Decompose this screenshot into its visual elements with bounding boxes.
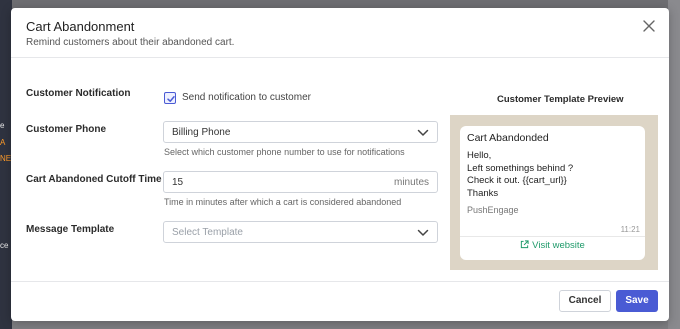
background-text: ce — [0, 241, 9, 250]
customer-phone-value: Billing Phone — [172, 127, 231, 138]
visit-website-link[interactable]: Visit website — [460, 240, 645, 256]
customer-notification-label: Customer Notification — [26, 88, 131, 99]
template-preview: Cart Abandonded Hello, Left somethings b… — [450, 115, 658, 270]
message-line: Left somethings behind ? — [467, 162, 574, 174]
preview-title: Customer Template Preview — [497, 94, 624, 105]
cutoff-time-label: Cart Abandoned Cutoff Time — [26, 174, 162, 185]
modal-title: Cart Abandonment — [26, 19, 135, 34]
send-notification-checkbox[interactable] — [164, 92, 176, 104]
cart-abandonment-modal: Cart Abandonment Remind customers about … — [11, 8, 669, 321]
customer-phone-select[interactable]: Billing Phone — [163, 121, 438, 143]
background-right — [668, 0, 680, 329]
message-template-placeholder: Select Template — [172, 227, 243, 238]
modal-footer: Cancel Save — [11, 281, 669, 321]
message-template-label: Message Template — [26, 224, 115, 235]
message-bubble: Cart Abandonded Hello, Left somethings b… — [460, 126, 645, 260]
cancel-button[interactable]: Cancel — [559, 290, 611, 312]
chevron-down-icon — [417, 129, 429, 136]
cutoff-time-input[interactable]: 15 minutes — [163, 171, 438, 193]
message-time: 11:21 — [620, 225, 640, 234]
chevron-down-icon — [417, 229, 429, 236]
message-line: Thanks — [467, 187, 499, 199]
external-link-icon — [521, 240, 529, 249]
modal-subtitle: Remind customers about their abandoned c… — [26, 37, 235, 48]
background-text: A — [0, 138, 6, 147]
close-button[interactable] — [641, 18, 657, 34]
background-text: e — [0, 121, 5, 130]
cutoff-time-value: 15 — [172, 177, 184, 188]
customer-phone-help: Select which customer phone number to us… — [164, 147, 405, 157]
visit-website-label: Visit website — [532, 240, 585, 251]
message-title: Cart Abandonded — [467, 132, 549, 144]
check-icon — [167, 96, 175, 102]
send-notification-label: Send notification to customer — [182, 92, 311, 103]
close-icon — [643, 20, 655, 32]
message-line: Hello, — [467, 150, 492, 161]
cutoff-time-suffix: minutes — [393, 177, 429, 188]
message-template-select[interactable]: Select Template — [163, 221, 438, 243]
customer-phone-label: Customer Phone — [26, 124, 107, 135]
message-body: Hello, Left somethings behind ? Check it… — [467, 150, 573, 200]
modal-header: Cart Abandonment Remind customers about … — [11, 8, 669, 58]
message-line: Check it out. {{cart_url}} — [467, 175, 567, 186]
cutoff-time-help: Time in minutes after which a cart is co… — [164, 197, 402, 207]
message-footer: PushEngage — [467, 205, 519, 215]
divider — [460, 236, 645, 237]
save-button[interactable]: Save — [616, 290, 658, 312]
